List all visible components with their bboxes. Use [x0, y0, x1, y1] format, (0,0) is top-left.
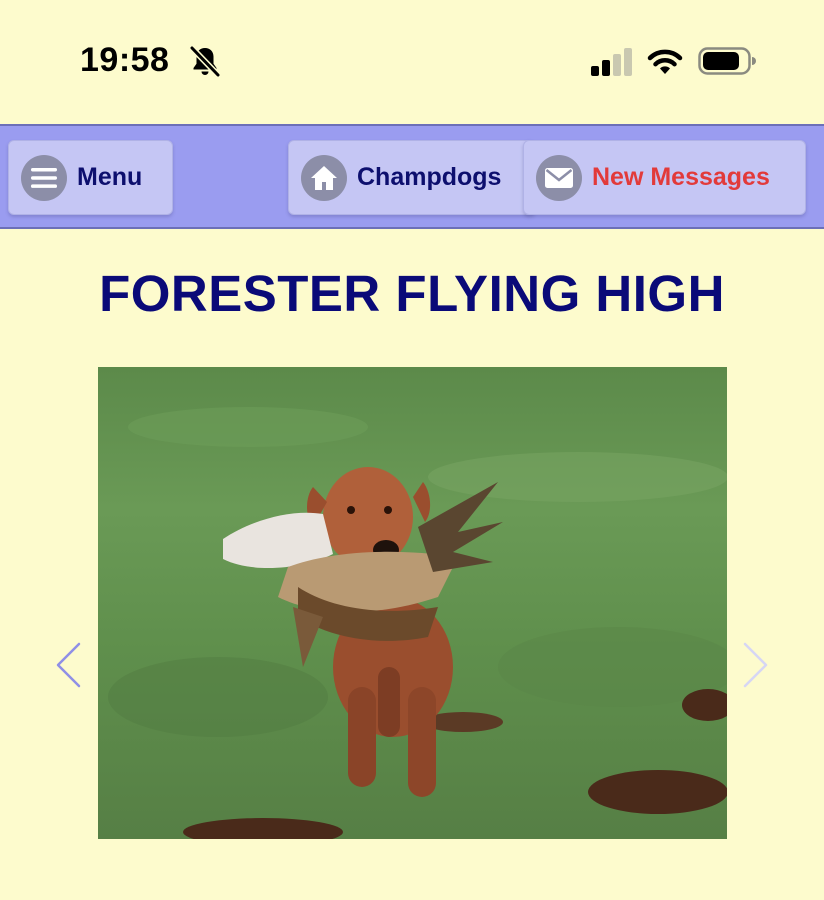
champdogs-home-button[interactable]: Champdogs — [288, 140, 536, 215]
hamburger-icon — [21, 154, 67, 201]
home-icon — [301, 154, 347, 201]
menu-button-label: Menu — [77, 163, 143, 191]
status-bar: 19:58 — [0, 0, 824, 124]
page-title: FORESTER FLYING HIGH — [99, 265, 725, 322]
dog-retrieving-pheasant-photo — [108, 407, 727, 839]
new-messages-label: New Messages — [592, 163, 770, 191]
bell-slash-icon — [189, 45, 221, 78]
carousel-image[interactable] — [98, 367, 727, 839]
status-time: 19:58 — [80, 41, 170, 79]
nav-bar: Menu Champdogs New Messages — [0, 124, 824, 229]
new-messages-button[interactable]: New Messages — [523, 140, 806, 215]
envelope-icon — [536, 154, 582, 201]
wifi-icon — [647, 49, 683, 74]
battery-icon — [698, 47, 756, 75]
menu-button[interactable]: Menu — [8, 140, 173, 215]
cellular-signal-icon — [591, 48, 632, 76]
chevron-right-icon[interactable] — [740, 640, 770, 690]
chevron-left-icon[interactable] — [54, 640, 84, 690]
champdogs-button-label: Champdogs — [357, 163, 502, 191]
